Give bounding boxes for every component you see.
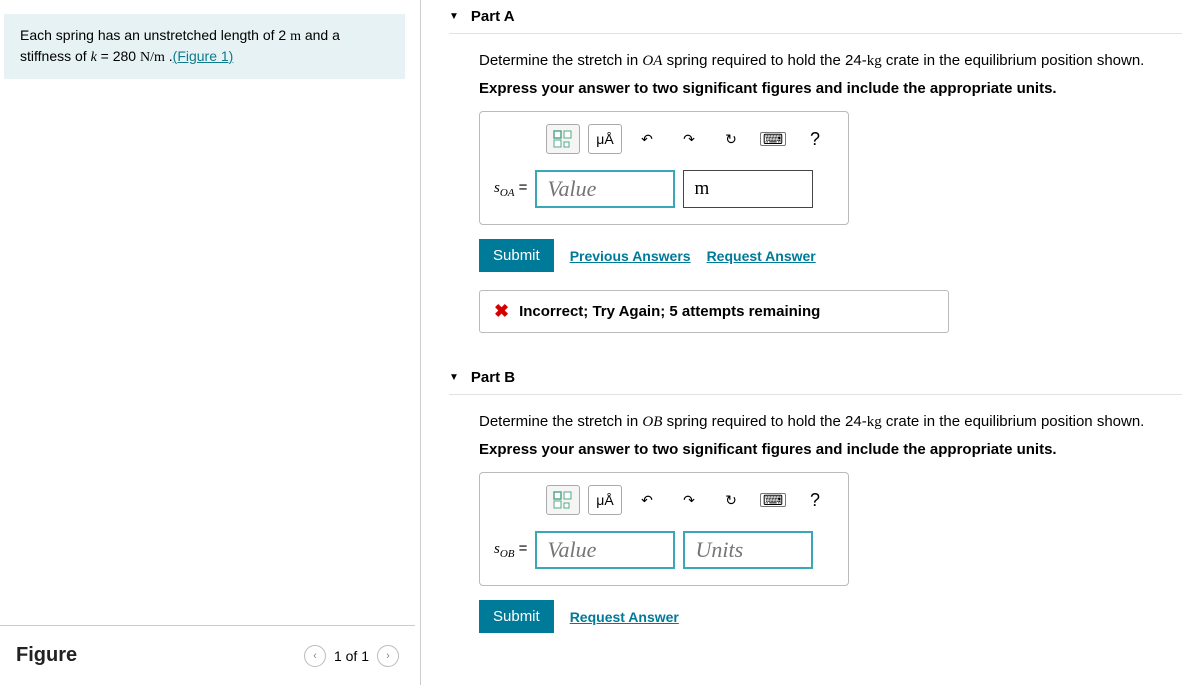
keyboard-icon[interactable]: ⌨: [756, 124, 790, 154]
templates-icon[interactable]: [546, 485, 580, 515]
part-a-answer-box: μÅ ↶ ↷ ↻ ⌨ ? sOA = m: [479, 111, 849, 225]
part-a-value-input[interactable]: [535, 170, 675, 208]
reset-icon[interactable]: ↻: [714, 124, 748, 154]
figure-pager-label: 1 of 1: [334, 648, 369, 664]
part-b-collapse-icon[interactable]: ▼: [449, 372, 459, 383]
part-a-feedback: ✖ Incorrect; Try Again; 5 attempts remai…: [479, 290, 949, 333]
keyboard-icon[interactable]: ⌨: [756, 485, 790, 515]
undo-icon[interactable]: ↶: [630, 124, 664, 154]
pb-prompt-2: spring required to hold the 24-: [662, 413, 866, 430]
figure-title: Figure: [16, 644, 77, 667]
problem-statement: Each spring has an unstretched length of…: [4, 14, 405, 79]
part-b-var-label: sOB =: [494, 540, 527, 560]
part-b-toolbar: μÅ ↶ ↷ ↻ ⌨ ?: [494, 485, 834, 515]
help-icon[interactable]: ?: [798, 124, 832, 154]
special-chars-button[interactable]: μÅ: [588, 124, 622, 154]
pb-var: OB: [642, 414, 662, 430]
part-b-submit-button[interactable]: Submit: [479, 600, 554, 633]
part-b-answer-box: μÅ ↶ ↷ ↻ ⌨ ? sOB =: [479, 472, 849, 586]
pa-unit: kg: [867, 53, 882, 69]
pa-eq: =: [515, 179, 528, 196]
part-b-value-input[interactable]: [535, 531, 675, 569]
part-a-prompt: Determine the stretch in OA spring requi…: [479, 52, 1182, 70]
problem-text-3: .: [165, 48, 173, 64]
part-b-prompt: Determine the stretch in OB spring requi…: [479, 413, 1182, 431]
pa-var: OA: [642, 53, 662, 69]
part-b-request-answer-link[interactable]: Request Answer: [570, 609, 679, 625]
part-a-submit-button[interactable]: Submit: [479, 239, 554, 272]
special-chars-button[interactable]: μÅ: [588, 485, 622, 515]
part-a-previous-answers-link[interactable]: Previous Answers: [570, 248, 691, 264]
figure-link[interactable]: (Figure 1): [173, 48, 234, 64]
part-a-var-label: sOA =: [494, 179, 527, 199]
figure-next-button[interactable]: ›: [377, 645, 399, 667]
part-a-instruction: Express your answer to two significant f…: [479, 80, 1182, 97]
pb-unit: kg: [867, 414, 882, 430]
figure-prev-button[interactable]: ‹: [304, 645, 326, 667]
part-a-units-display[interactable]: m: [683, 170, 813, 208]
part-a-request-answer-link[interactable]: Request Answer: [707, 248, 816, 264]
pa-label-sub: OA: [500, 187, 515, 199]
redo-icon[interactable]: ↷: [672, 124, 706, 154]
part-a-header: ▼ Part A: [449, 0, 1182, 34]
pb-prompt-1: Determine the stretch in: [479, 413, 642, 430]
templates-icon[interactable]: [546, 124, 580, 154]
part-b-title: Part B: [471, 369, 515, 386]
figure-bar: Figure ‹ 1 of 1 ›: [0, 625, 415, 685]
part-b-units-input[interactable]: [683, 531, 813, 569]
reset-icon[interactable]: ↻: [714, 485, 748, 515]
part-a-collapse-icon[interactable]: ▼: [449, 11, 459, 22]
part-a-toolbar: μÅ ↶ ↷ ↻ ⌨ ?: [494, 124, 834, 154]
pa-prompt-3: crate in the equilibrium position shown.: [882, 52, 1145, 69]
unit-npm: N/m: [140, 50, 165, 65]
redo-icon[interactable]: ↷: [672, 485, 706, 515]
pb-label-sub: OB: [500, 548, 515, 560]
pa-prompt-1: Determine the stretch in: [479, 52, 642, 69]
pa-prompt-2: spring required to hold the 24-: [662, 52, 866, 69]
part-b-header: ▼ Part B: [449, 361, 1182, 395]
part-a-feedback-text: Incorrect; Try Again; 5 attempts remaini…: [519, 303, 820, 320]
part-b-instruction: Express your answer to two significant f…: [479, 441, 1182, 458]
undo-icon[interactable]: ↶: [630, 485, 664, 515]
help-icon[interactable]: ?: [798, 485, 832, 515]
problem-text: Each spring has an unstretched length of…: [20, 27, 290, 43]
incorrect-icon: ✖: [494, 301, 509, 322]
figure-pager: ‹ 1 of 1 ›: [304, 645, 399, 667]
unit-m: m: [290, 29, 301, 44]
pb-prompt-3: crate in the equilibrium position shown.: [882, 413, 1145, 430]
eq-text: = 280: [97, 48, 140, 64]
pb-eq: =: [515, 540, 528, 557]
part-a-title: Part A: [471, 8, 515, 25]
